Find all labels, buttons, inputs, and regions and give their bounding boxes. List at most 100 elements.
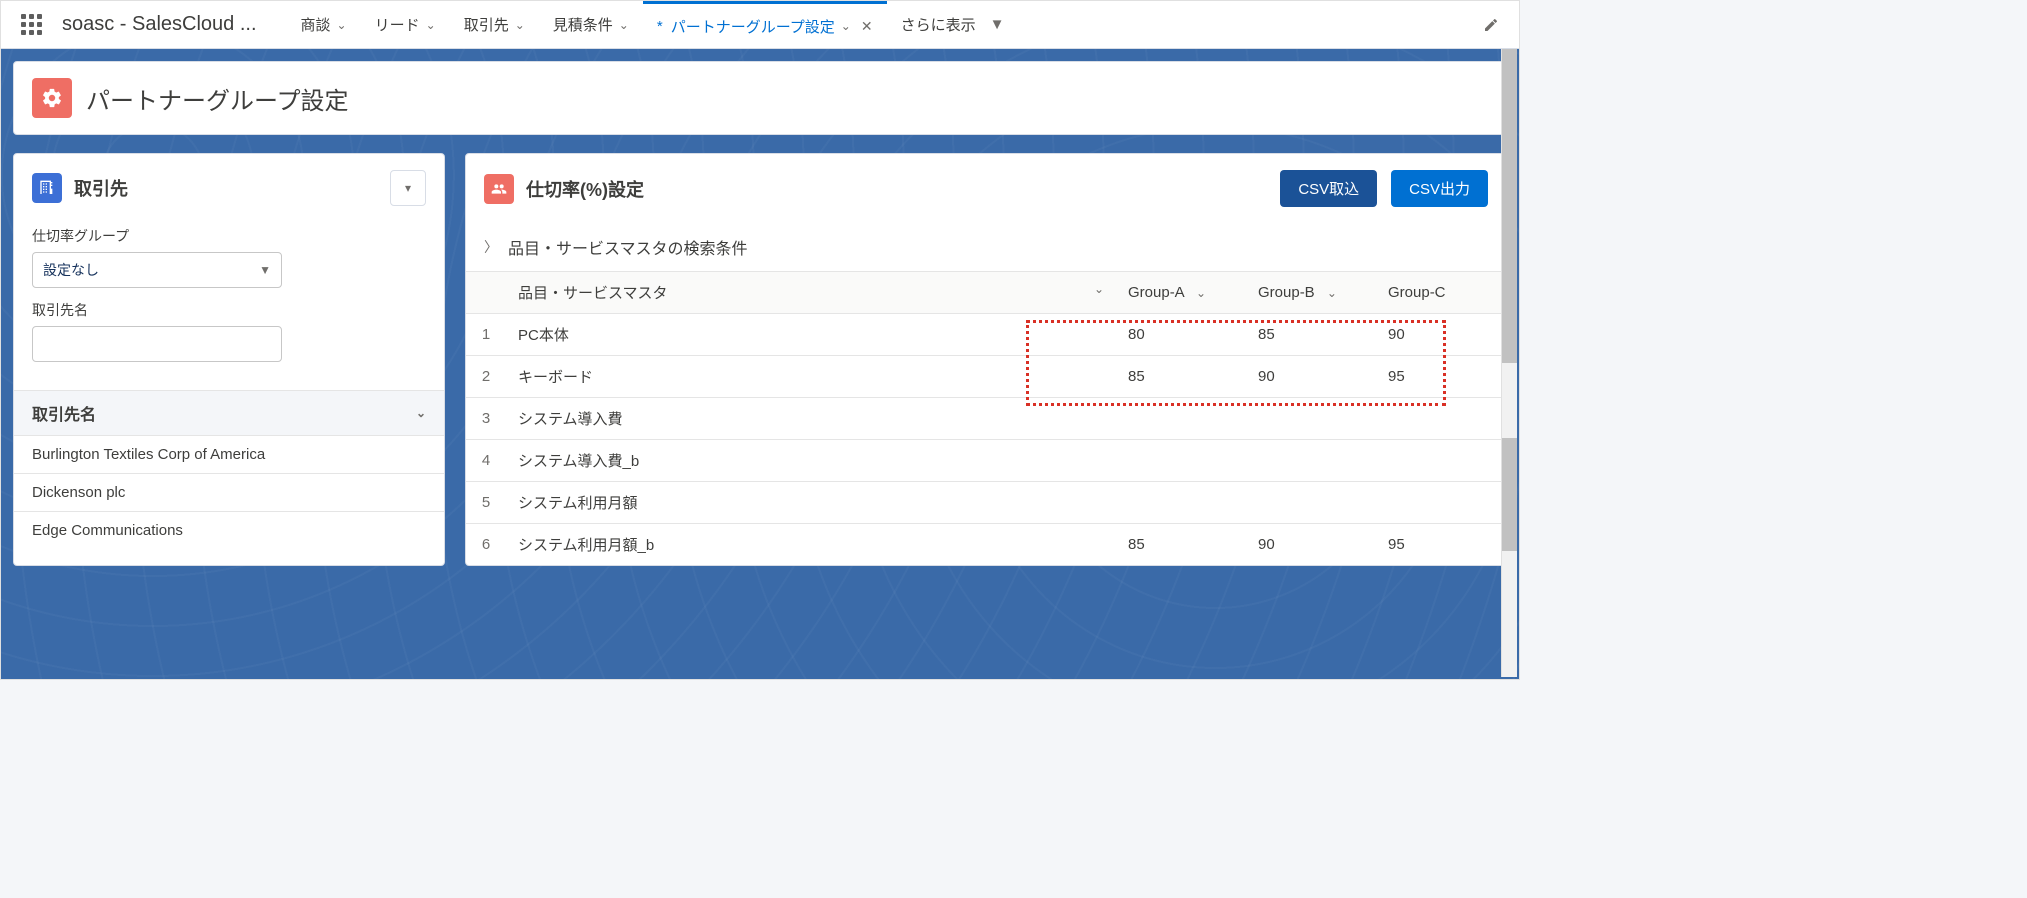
col-group-a[interactable]: Group-A ⌄ <box>1116 272 1246 314</box>
page-title: パートナーグループ設定 <box>86 81 349 116</box>
chevron-down-icon[interactable]: ⌄ <box>619 18 629 32</box>
group-select[interactable]: 設定なし ▼ <box>32 252 282 288</box>
accounts-title: 取引先 <box>74 175 128 201</box>
nav-tab-lead[interactable]: リード ⌄ <box>361 1 450 49</box>
nav-tab-label: 取引先 <box>464 14 509 35</box>
nav-more-label: さらに表示 <box>901 14 976 35</box>
row-index: 4 <box>466 440 506 482</box>
building-icon <box>32 173 62 203</box>
app-launcher-icon[interactable] <box>21 14 42 35</box>
filter-form: 仕切率グループ 設定なし ▼ 取引先名 <box>14 222 444 390</box>
cell-group-a[interactable] <box>1116 482 1246 524</box>
cell-group-c[interactable]: 90 <box>1376 314 1506 356</box>
cell-group-b[interactable]: 85 <box>1246 314 1376 356</box>
rate-title: 仕切率(%)設定 <box>526 176 644 202</box>
chevron-down-icon[interactable]: ⌄ <box>1196 286 1206 300</box>
gear-icon <box>32 78 72 118</box>
col-index <box>466 272 506 314</box>
cell-group-c[interactable] <box>1376 398 1506 440</box>
accounts-list-header-label: 取引先名 <box>32 401 96 425</box>
rate-panel-head: 仕切率(%)設定 CSV取込 CSV出力 <box>466 154 1506 223</box>
cell-group-c[interactable] <box>1376 440 1506 482</box>
row-item[interactable]: システム利用月額_b <box>506 524 1116 566</box>
col-item-label: 品目・サービスマスタ <box>518 285 668 302</box>
nav-more[interactable]: さらに表示 ▼ <box>887 1 1027 49</box>
scrollbar-thumb[interactable] <box>1502 49 1517 363</box>
cell-group-b[interactable] <box>1246 398 1376 440</box>
row-index: 6 <box>466 524 506 566</box>
chevron-down-icon: ⌄ <box>416 406 426 420</box>
list-item[interactable]: Burlington Textiles Corp of America <box>14 435 444 473</box>
table-row[interactable]: 1PC本体808590 <box>466 314 1506 356</box>
cell-group-a[interactable]: 85 <box>1116 524 1246 566</box>
col-group-b[interactable]: Group-B ⌄ <box>1246 272 1376 314</box>
col-item[interactable]: 品目・サービスマスタ ⌄ <box>506 272 1116 314</box>
group-label: 仕切率グループ <box>32 226 426 246</box>
nav-tab-label: 見積条件 <box>553 14 613 35</box>
chevron-down-icon: ▼ <box>990 16 1005 33</box>
table-row[interactable]: 5システム利用月額 <box>466 482 1506 524</box>
cell-group-a[interactable]: 85 <box>1116 356 1246 398</box>
nav-tab-label: 商談 <box>301 14 331 35</box>
row-item[interactable]: システム導入費_b <box>506 440 1116 482</box>
list-item[interactable]: Dickenson plc <box>14 473 444 511</box>
chevron-down-icon[interactable]: ⌄ <box>841 19 851 33</box>
cell-group-a[interactable] <box>1116 440 1246 482</box>
row-item[interactable]: システム利用月額 <box>506 482 1116 524</box>
account-name-label: 取引先名 <box>32 300 426 320</box>
col-group-c[interactable]: Group-C <box>1376 272 1506 314</box>
row-item[interactable]: システム導入費 <box>506 398 1116 440</box>
row-item[interactable]: PC本体 <box>506 314 1116 356</box>
row-index: 3 <box>466 398 506 440</box>
search-criteria-toggle[interactable]: 〉 品目・サービスマスタの検索条件 <box>466 223 1506 271</box>
people-icon <box>484 174 514 204</box>
app-name[interactable]: soasc - SalesCloud ... <box>62 13 257 36</box>
list-item[interactable]: Edge Communications <box>14 511 444 549</box>
cell-group-a[interactable]: 80 <box>1116 314 1246 356</box>
csv-export-button[interactable]: CSV出力 <box>1391 170 1488 207</box>
account-name-input[interactable] <box>32 326 282 362</box>
top-nav: soasc - SalesCloud ... 商談 ⌄ リード ⌄ 取引先 ⌄ … <box>1 1 1519 49</box>
accounts-list-header[interactable]: 取引先名 ⌄ <box>14 390 444 435</box>
table-row[interactable]: 4システム導入費_b <box>466 440 1506 482</box>
chevron-down-icon[interactable]: ⌄ <box>1094 282 1104 296</box>
cell-group-b[interactable] <box>1246 440 1376 482</box>
search-criteria-label: 品目・サービスマスタの検索条件 <box>508 235 748 259</box>
chevron-down-icon[interactable]: ⌄ <box>1327 286 1337 300</box>
table-row[interactable]: 6システム利用月額_b859095 <box>466 524 1506 566</box>
nav-tab-partner-group[interactable]: * パートナーグループ設定 ⌄ ✕ <box>643 1 887 49</box>
row-index: 1 <box>466 314 506 356</box>
row-index: 2 <box>466 356 506 398</box>
nav-tab-opportunity[interactable]: 商談 ⌄ <box>287 1 361 49</box>
cell-group-b[interactable]: 90 <box>1246 524 1376 566</box>
nav-tab-label: パートナーグループ設定 <box>671 16 835 37</box>
cell-group-c[interactable] <box>1376 482 1506 524</box>
collapse-button[interactable]: ▾ <box>390 170 426 206</box>
viewport: soasc - SalesCloud ... 商談 ⌄ リード ⌄ 取引先 ⌄ … <box>0 0 1520 680</box>
accounts-panel-head: 取引先 ▾ <box>14 154 444 222</box>
cell-group-a[interactable] <box>1116 398 1246 440</box>
nav-tab-account[interactable]: 取引先 ⌄ <box>450 1 539 49</box>
cell-group-c[interactable]: 95 <box>1376 524 1506 566</box>
cell-group-c[interactable]: 95 <box>1376 356 1506 398</box>
chevron-down-icon[interactable]: ⌄ <box>337 18 347 32</box>
rate-table: 品目・サービスマスタ ⌄ Group-A ⌄ Group-B ⌄ <box>466 271 1506 565</box>
chevron-down-icon[interactable]: ⌄ <box>515 18 525 32</box>
rate-panel: 仕切率(%)設定 CSV取込 CSV出力 〉 品目・サービスマスタの検索条件 <box>465 153 1507 566</box>
chevron-down-icon: ▼ <box>259 263 271 277</box>
row-index: 5 <box>466 482 506 524</box>
scrollbar-thumb-inner[interactable] <box>1502 438 1517 551</box>
table-row[interactable]: 2キーボード859095 <box>466 356 1506 398</box>
pencil-icon[interactable] <box>1483 17 1499 33</box>
close-icon[interactable]: ✕ <box>861 18 873 35</box>
nav-tab-quote[interactable]: 見積条件 ⌄ <box>539 1 643 49</box>
table-row[interactable]: 3システム導入費 <box>466 398 1506 440</box>
cell-group-b[interactable]: 90 <box>1246 356 1376 398</box>
chevron-right-icon: 〉 <box>484 237 498 257</box>
content-area: パートナーグループ設定 取引先 ▾ 仕切率グループ 設定なし <box>1 49 1519 679</box>
chevron-down-icon[interactable]: ⌄ <box>426 18 436 32</box>
row-item[interactable]: キーボード <box>506 356 1116 398</box>
cell-group-b[interactable] <box>1246 482 1376 524</box>
scrollbar-vertical[interactable] <box>1501 49 1517 677</box>
csv-import-button[interactable]: CSV取込 <box>1280 170 1377 207</box>
